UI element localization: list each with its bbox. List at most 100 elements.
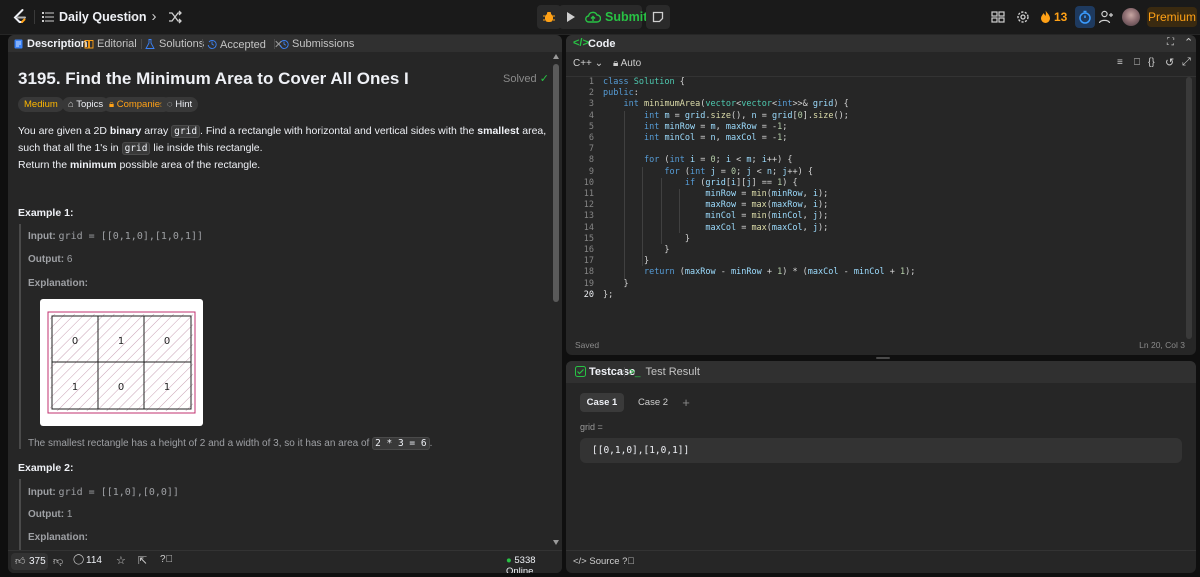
- hint-label: Hint: [175, 99, 193, 110]
- source-button[interactable]: </> Source ?⃝: [573, 556, 635, 567]
- top-navbar: Daily Question ‹ › Submit 13 Premium: [0, 0, 1200, 35]
- tab-separator: [624, 367, 625, 377]
- code-line: return (maxRow - minRow + 1) * (maxCol -…: [643, 267, 916, 278]
- tab-separator: [202, 39, 203, 49]
- language-selector[interactable]: C++ ⌄: [573, 58, 603, 69]
- settings-icon[interactable]: [1015, 9, 1031, 25]
- maximize-icon[interactable]: ⤢: [1182, 56, 1191, 69]
- tab-testcase[interactable]: Testcase: [575, 366, 635, 378]
- line-number: 6: [588, 133, 594, 143]
- language-label: C++: [573, 58, 592, 69]
- code-line: }: [603, 278, 629, 289]
- scrollbar-thumb[interactable]: [553, 64, 559, 302]
- line-number: 5: [588, 121, 594, 132]
- editor-scrollbar[interactable]: [1186, 77, 1192, 339]
- output-value: 6: [66, 254, 73, 265]
- share-icon[interactable]: ⇱: [138, 554, 147, 567]
- chevron-left-icon[interactable]: ‹: [125, 9, 141, 25]
- tab-editorial[interactable]: Editorial: [84, 38, 137, 50]
- case-1-tab[interactable]: Case 1: [580, 393, 624, 412]
- debug-button[interactable]: [537, 5, 561, 29]
- code-line: minRow = min(minRow, i);: [705, 189, 829, 199]
- tab-description[interactable]: Description: [14, 38, 88, 50]
- expand-icon[interactable]: ⛶: [1167, 37, 1174, 48]
- tab-separator: [141, 39, 142, 49]
- tab-solutions[interactable]: Solutions: [145, 38, 204, 50]
- example-1-explanation: The smallest rectangle has a height of 2…: [28, 437, 432, 450]
- line-number: 11: [583, 189, 594, 199]
- desc-text: array: [144, 125, 169, 137]
- chevron-down-icon: ⌄: [594, 58, 604, 69]
- resize-handle[interactable]: [876, 357, 890, 359]
- code-panel: </> Code ⛶ ⌃ C++ ⌄ 🔒︎ Auto ≡ ⎕ {} ↺ ⤢ 1c…: [566, 35, 1196, 355]
- code-line: int minRow = m, maxRow = -1;: [643, 121, 788, 132]
- test-tabbar: Testcase >_ Test Result: [566, 361, 1196, 383]
- check-circle-icon: ✓: [539, 73, 549, 85]
- code-editor[interactable]: 1 class Solution {2 public: 3 int minimumAr…: [566, 77, 1196, 325]
- code-line: maxRow = max(maxRow, i);: [705, 200, 829, 211]
- tab-accepted-label: Accepted: [220, 39, 266, 51]
- upload-icon: [585, 11, 601, 23]
- submit-label: Submit: [605, 10, 648, 24]
- testcase-input[interactable]: [[0,1,0],[1,0,1]]: [580, 438, 1182, 463]
- braces-icon[interactable]: {}: [1148, 57, 1155, 68]
- help-icon[interactable]: ?⃝: [160, 554, 173, 565]
- leetcode-logo[interactable]: [10, 7, 30, 27]
- input-value: grid = [[1,0],[0,0]]: [58, 487, 179, 498]
- line-number: 4: [588, 110, 594, 121]
- hint-tag[interactable]: ◌ Hint: [161, 97, 199, 112]
- cursor-position: Ln 20, Col 3: [1139, 340, 1185, 350]
- example-2-output: Output: 1: [28, 509, 72, 520]
- chevron-right-icon[interactable]: ›: [146, 9, 162, 25]
- list-icon[interactable]: [42, 11, 54, 23]
- problem-title[interactable]: 3195. Find the Minimum Area to Cover All…: [18, 69, 409, 89]
- submit-button[interactable]: Submit: [576, 5, 647, 29]
- solved-label: Solved: [503, 73, 537, 85]
- streak-count: 13: [1054, 10, 1068, 24]
- description-scrollbar[interactable]: [551, 52, 561, 552]
- auto-mode[interactable]: 🔒︎ Auto: [613, 58, 641, 69]
- desc-bold: binary: [109, 125, 142, 137]
- avatar[interactable]: [1122, 8, 1140, 26]
- notes-button[interactable]: [646, 5, 670, 29]
- tab-accepted[interactable]: Accepted ✕: [207, 38, 283, 51]
- like-button[interactable]: 👍︎ 375: [11, 553, 48, 570]
- case-2-tab[interactable]: Case 2: [631, 393, 675, 412]
- solved-status: Solved ✓: [503, 72, 549, 85]
- tab-submissions-label: Submissions: [292, 38, 355, 50]
- online-count: ● 5338 Online: [506, 555, 562, 573]
- param-label: grid =: [580, 422, 603, 432]
- tab-test-result-label: Test Result: [645, 366, 700, 378]
- history-icon: [279, 40, 289, 49]
- code-header: </> Code ⛶ ⌃: [566, 35, 1196, 52]
- comment-icon[interactable]: ◯: [73, 554, 84, 565]
- bookmark-icon[interactable]: ⎕: [1134, 57, 1140, 68]
- grid-cell: 1: [72, 382, 78, 393]
- comment-count[interactable]: 114: [86, 555, 102, 566]
- star-icon[interactable]: ☆: [116, 554, 126, 567]
- topics-label: Topics: [76, 99, 104, 110]
- layout-icon[interactable]: [990, 9, 1006, 25]
- debug-icon: [543, 12, 555, 22]
- line-number: 9: [588, 166, 594, 177]
- line-number: 8: [588, 155, 594, 166]
- line-number: 13: [583, 211, 594, 222]
- tab-submissions[interactable]: Submissions: [279, 38, 354, 50]
- timer-button[interactable]: [1075, 6, 1095, 28]
- example-1-border: [19, 224, 21, 449]
- line-number: 19: [583, 278, 594, 289]
- format-icon[interactable]: ≡: [1117, 57, 1123, 68]
- output-value: 1: [66, 509, 73, 520]
- add-friend-icon[interactable]: [1098, 9, 1114, 25]
- add-case-button[interactable]: +: [676, 393, 696, 412]
- premium-button[interactable]: Premium: [1147, 7, 1197, 27]
- thumbs-down-icon[interactable]: 👎︎: [53, 555, 63, 567]
- example-1-explanation-label: Explanation:: [28, 278, 88, 289]
- shuffle-icon[interactable]: [168, 10, 182, 24]
- flask-icon: [145, 39, 155, 49]
- collapse-icon[interactable]: ⌃: [1184, 36, 1193, 49]
- code-line: minCol = min(minCol, j);: [705, 211, 829, 222]
- reset-icon[interactable]: ↺: [1165, 56, 1174, 69]
- editor-toolbar: C++ ⌄ 🔒︎ Auto ≡ ⎕ {} ↺ ⤢: [566, 52, 1196, 77]
- tab-test-result[interactable]: >_ Test Result: [629, 366, 700, 378]
